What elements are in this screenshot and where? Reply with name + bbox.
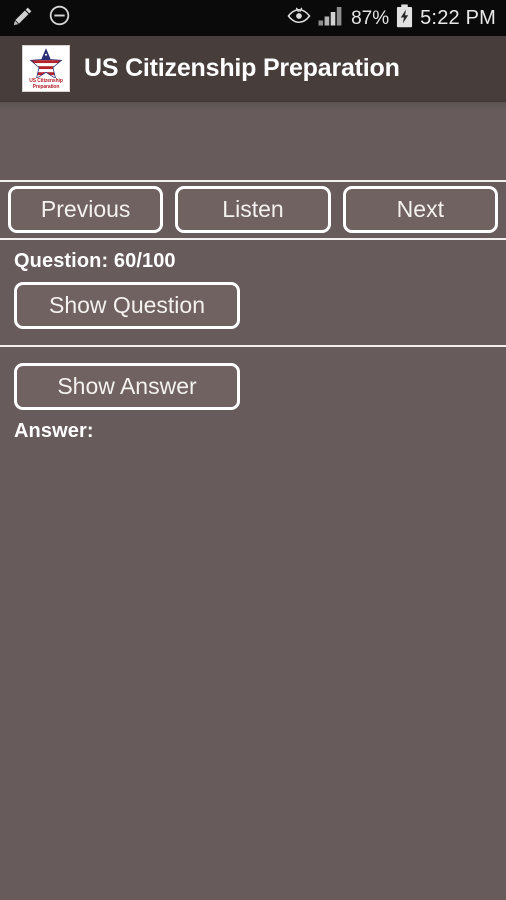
banner-ad-slot (0, 102, 506, 180)
answer-section: Show Answer Answer: (0, 347, 506, 452)
battery-charging-icon (396, 3, 413, 33)
listen-button[interactable]: Listen (175, 186, 331, 233)
app-bar: US Citizenship Preparation US Citizenshi… (0, 36, 506, 102)
clock-text: 5:22 PM (420, 7, 496, 29)
flag-star-graphic (27, 48, 65, 80)
app-logo-icon: US Citizenship Preparation (22, 45, 70, 92)
navigation-button-row: Previous Listen Next (0, 182, 506, 238)
main-content: Previous Listen Next Question: 60/100 Sh… (0, 102, 506, 900)
eye-icon (287, 7, 311, 30)
battery-percent-text: 87% (351, 7, 390, 29)
next-button[interactable]: Next (342, 186, 498, 233)
status-bar: 87% 5:22 PM (0, 0, 506, 36)
question-section: Question: 60/100 Show Question (0, 240, 506, 345)
do-not-disturb-icon (48, 4, 71, 32)
status-bar-right-icons: 87% 5:22 PM (287, 3, 496, 33)
show-question-button[interactable]: Show Question (14, 282, 240, 329)
question-counter-label: Question: 60/100 (14, 250, 176, 272)
previous-button[interactable]: Previous (8, 186, 164, 233)
show-answer-button[interactable]: Show Answer (14, 363, 240, 410)
app-logo-caption: US Citizenship Preparation (23, 78, 69, 90)
app-title: US Citizenship Preparation (84, 54, 400, 82)
pen-icon (12, 5, 34, 32)
signal-bars-icon (318, 6, 344, 31)
answer-label: Answer: (14, 420, 94, 442)
status-bar-left-icons (12, 4, 71, 32)
app-logo-caption-line2: Preparation (32, 84, 60, 90)
app-window: 87% 5:22 PM US Citizenship Preparation U… (0, 0, 506, 900)
